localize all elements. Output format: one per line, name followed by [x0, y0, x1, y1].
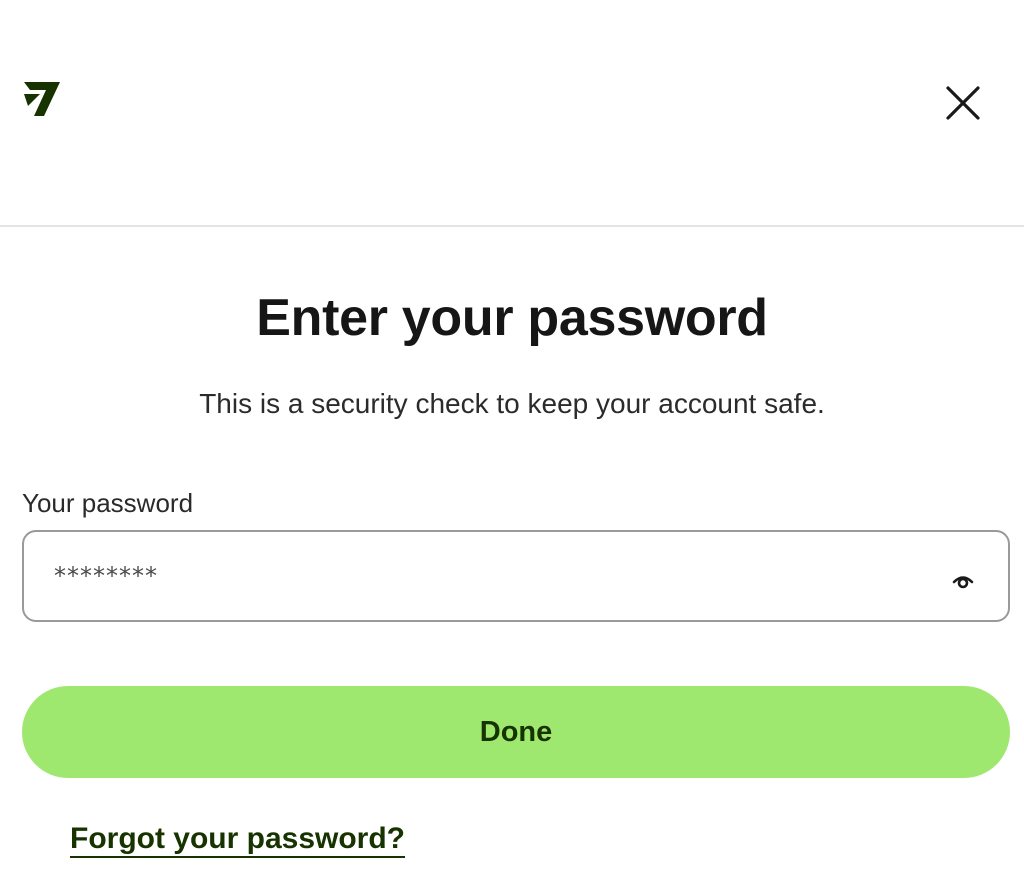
page-subtitle: This is a security check to keep your ac…: [199, 388, 825, 419]
page-title: Enter your password: [256, 289, 768, 347]
password-label: Your password: [22, 488, 194, 518]
password-dialog: Enter your password This is a security c…: [0, 0, 1024, 880]
toggle-visibility-button[interactable]: [948, 568, 978, 592]
dialog-header: [0, 0, 1024, 227]
wise-logo-icon: [20, 76, 64, 120]
close-icon: [940, 86, 986, 129]
password-input[interactable]: [54, 554, 914, 598]
eye-icon: [948, 576, 978, 595]
done-button[interactable]: Done: [22, 686, 1010, 778]
password-field: [22, 530, 1010, 622]
close-button[interactable]: [940, 80, 986, 126]
forgot-password-link[interactable]: Forgot your password?: [70, 822, 405, 856]
